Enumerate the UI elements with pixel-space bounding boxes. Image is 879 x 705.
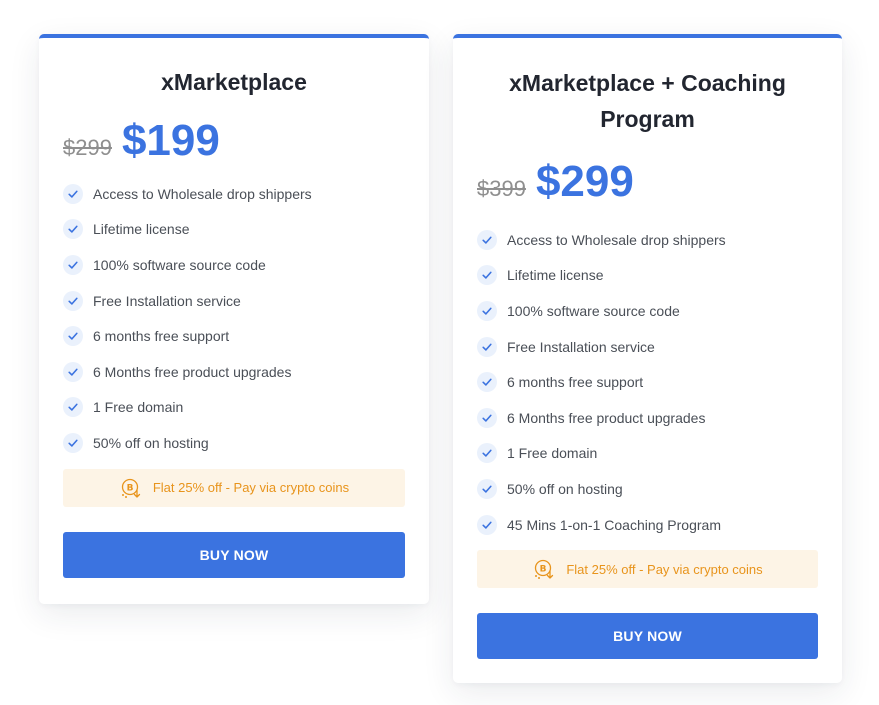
checkmark-icon <box>477 478 497 499</box>
feature-label: 6 months free support <box>507 374 644 391</box>
crypto-offer-banner: B Flat 25% off - Pay via crypto coins <box>477 550 818 589</box>
feature-item: 6 Months free product upgrades <box>63 354 405 390</box>
feature-label: 1 Free domain <box>93 399 184 416</box>
buy-now-button[interactable]: BUY NOW <box>63 531 405 578</box>
checkmark-icon <box>477 300 497 321</box>
feature-list: Access to Wholesale drop shippers Lifetim… <box>477 222 818 542</box>
feature-item: 100% software source code <box>63 247 405 283</box>
checkmark-icon <box>63 219 83 240</box>
checkmark-icon <box>63 254 83 275</box>
feature-list: Access to Wholesale drop shippers Lifetim… <box>63 176 405 461</box>
checkmark-icon <box>477 407 497 428</box>
checkmark-icon <box>63 183 83 204</box>
price-row: $299 $199 <box>63 116 405 172</box>
checkmark-icon <box>477 443 497 464</box>
feature-label: Free Installation service <box>93 292 241 309</box>
feature-item: 6 months free support <box>477 364 818 400</box>
feature-item: 100% software source code <box>477 293 818 329</box>
feature-label: 1 Free domain <box>507 445 598 462</box>
svg-text:B: B <box>126 483 133 493</box>
feature-label: Lifetime license <box>507 267 604 284</box>
feature-label: 6 Months free product upgrades <box>507 409 706 426</box>
feature-item: 50% off on hosting <box>63 425 405 461</box>
feature-item: 6 Months free product upgrades <box>477 400 818 436</box>
price-row: $399 $299 <box>477 157 818 213</box>
svg-text:B: B <box>540 565 547 575</box>
discounted-price: $199 <box>121 116 220 165</box>
feature-item: Free Installation service <box>477 329 818 365</box>
pricing-card-coaching: xMarketplace + Coaching Program $399 $29… <box>453 34 842 683</box>
feature-label: 45 Mins 1-on-1 Coaching Program <box>507 516 721 533</box>
feature-label: Lifetime license <box>93 221 190 238</box>
feature-label: 6 months free support <box>93 328 230 345</box>
pricing-card-basic: xMarketplace $299 $199 Access to Wholesa… <box>39 34 429 604</box>
feature-item: 1 Free domain <box>63 390 405 426</box>
feature-item: Access to Wholesale drop shippers <box>477 222 818 258</box>
plan-title: xMarketplace <box>161 69 307 95</box>
discounted-price: $299 <box>535 157 634 206</box>
feature-item: Access to Wholesale drop shippers <box>63 176 405 212</box>
checkmark-icon <box>63 326 83 347</box>
feature-label: 50% off on hosting <box>507 480 623 497</box>
checkmark-icon <box>477 229 497 250</box>
feature-item: 1 Free domain <box>477 436 818 472</box>
feature-item: 50% off on hosting <box>477 471 818 507</box>
checkmark-icon <box>477 372 497 393</box>
feature-label: Access to Wholesale drop shippers <box>93 185 312 202</box>
feature-item: Free Installation service <box>63 283 405 319</box>
checkmark-icon <box>63 397 83 418</box>
checkmark-icon <box>63 361 83 382</box>
checkmark-icon <box>477 336 497 357</box>
checkmark-icon <box>477 514 497 535</box>
feature-item: 45 Mins 1-on-1 Coaching Program <box>477 507 818 543</box>
feature-label: Free Installation service <box>507 338 655 355</box>
feature-item: Lifetime license <box>477 258 818 294</box>
feature-label: 100% software source code <box>93 256 266 273</box>
crypto-offer-banner: B Flat 25% off - Pay via crypto coins <box>63 468 405 507</box>
feature-item: Lifetime license <box>63 212 405 248</box>
bitcoin-coin-icon: B <box>535 560 554 580</box>
buy-now-button[interactable]: BUY NOW <box>477 613 818 660</box>
feature-label: 100% software source code <box>507 302 680 319</box>
plan-title: xMarketplace + Coaching Program <box>509 70 786 132</box>
original-price: $399 <box>477 176 526 201</box>
feature-label: 6 Months free product upgrades <box>93 363 292 380</box>
feature-label: Access to Wholesale drop shippers <box>507 231 726 248</box>
checkmark-icon <box>63 432 83 453</box>
crypto-offer-label: Flat 25% off - Pay via crypto coins <box>152 480 350 496</box>
pricing-section: xMarketplace $299 $199 Access to Wholesa… <box>0 0 879 705</box>
original-price: $299 <box>63 135 112 160</box>
checkmark-icon <box>63 290 83 311</box>
feature-label: 50% off on hosting <box>93 434 209 451</box>
feature-item: 6 months free support <box>63 318 405 354</box>
crypto-offer-label: Flat 25% off - Pay via crypto coins <box>566 561 763 577</box>
checkmark-icon <box>477 265 497 286</box>
bitcoin-coin-icon: B <box>121 478 140 498</box>
